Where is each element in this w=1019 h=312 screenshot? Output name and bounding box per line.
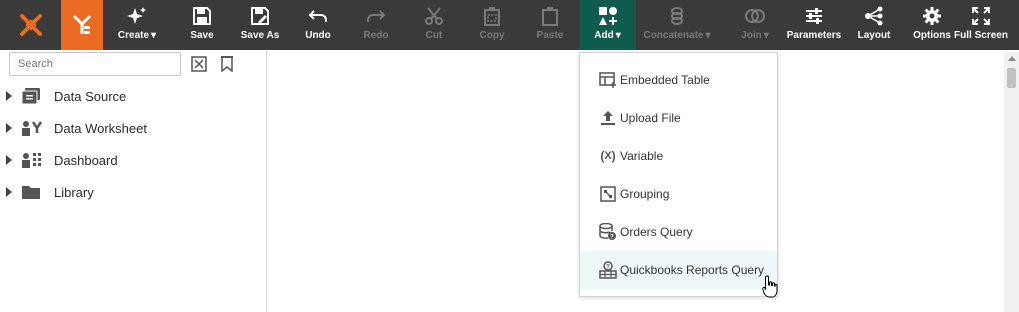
full-screen-label: Full Screen (954, 30, 1008, 41)
add-button[interactable]: Add ▾ (579, 0, 636, 50)
join-button[interactable]: Join ▾ (728, 0, 782, 50)
folder-icon (22, 185, 46, 199)
paste-button[interactable]: Paste (530, 0, 570, 50)
concatenate-button[interactable]: Concatenate ▾ (640, 0, 714, 50)
create-button[interactable]: Create ▾ (108, 0, 166, 50)
caret-right-icon[interactable] (6, 155, 16, 165)
variable-icon: (X) (600, 149, 616, 163)
menu-item-variable[interactable]: (X) Variable (580, 137, 777, 175)
tree-item-library[interactable]: Library (6, 182, 94, 202)
scroll-thumb[interactable] (1007, 68, 1016, 88)
chevron-down-icon: ▾ (151, 30, 157, 41)
add-label: Add (594, 30, 614, 41)
layout-tree-icon (864, 5, 884, 27)
copy-button[interactable]: Copy (472, 0, 512, 50)
menu-item-embedded-table[interactable]: Embedded Table (580, 61, 777, 99)
copy-label: Copy (479, 30, 505, 41)
cut-label: Cut (425, 30, 443, 41)
concatenate-label: Concatenate (643, 30, 704, 41)
tree-item-dashboard[interactable]: Dashboard (6, 150, 118, 170)
full-screen-button[interactable]: Full Screen (954, 0, 1008, 50)
embedded-table-icon (598, 72, 618, 88)
tree-item-label: Data Worksheet (54, 120, 147, 136)
save-label: Save (190, 30, 214, 41)
bookmark-icon[interactable] (218, 55, 236, 73)
data-source-icon (22, 88, 46, 104)
expand-icon (972, 5, 990, 27)
undo-label: Undo (305, 30, 331, 41)
scissors-icon (425, 5, 443, 27)
save-as-icon (251, 5, 269, 27)
menu-item-upload-file[interactable]: Upload File (580, 99, 777, 137)
chevron-down-icon: ▾ (615, 30, 621, 41)
app-logo-icon (19, 14, 42, 36)
join-label: Join (741, 30, 762, 41)
undo-button[interactable]: Undo (298, 0, 338, 50)
concatenate-icon (670, 5, 684, 27)
menu-item-quickbooks-reports-query[interactable]: ? Quickbooks Reports Query (580, 251, 777, 289)
save-icon (193, 5, 211, 27)
chevron-down-icon: ▾ (763, 30, 769, 41)
designer-logo[interactable] (61, 0, 103, 50)
menu-item-label: Orders Query (620, 225, 693, 239)
options-label: Options (913, 30, 951, 41)
menu-item-label: Variable (620, 149, 664, 163)
menu-item-grouping[interactable]: Grouping (580, 175, 777, 213)
redo-button[interactable]: Redo (356, 0, 396, 50)
menu-item-label: Embedded Table (620, 73, 710, 87)
sparkle-icon (127, 5, 147, 27)
cut-button[interactable]: Cut (414, 0, 454, 50)
app-logo[interactable] (0, 0, 61, 50)
paste-label: Paste (536, 30, 564, 41)
options-button[interactable]: Options (912, 0, 952, 50)
menu-item-label: Quickbooks Reports Query (620, 263, 765, 277)
worksheet-logo-icon (72, 14, 92, 34)
clipboard-icon (541, 5, 559, 27)
clear-search-icon[interactable] (190, 55, 208, 73)
upload-icon (598, 110, 618, 126)
caret-right-icon[interactable] (6, 123, 16, 133)
join-icon (744, 5, 766, 27)
add-menu: Embedded Table Upload File (X) Variable … (579, 52, 778, 297)
tree-item-label: Data Source (54, 88, 127, 104)
grouping-icon (598, 186, 618, 202)
vertical-scrollbar[interactable] (1004, 52, 1019, 312)
tree-item-label: Dashboard (54, 152, 118, 168)
menu-item-label: Upload File (620, 111, 681, 125)
data-worksheet-icon (22, 120, 46, 136)
caret-right-icon[interactable] (6, 91, 16, 101)
layout-button[interactable]: Layout (854, 0, 894, 50)
parameters-button[interactable]: Parameters (786, 0, 842, 50)
tree-item-data-source[interactable]: Data Source (6, 86, 126, 106)
search-input[interactable] (9, 52, 181, 76)
chevron-down-icon: ▾ (705, 30, 711, 41)
parameters-label: Parameters (786, 30, 842, 41)
menu-item-label: Grouping (620, 187, 670, 201)
undo-icon (308, 5, 328, 27)
quickbooks-query-icon: ? (598, 261, 618, 279)
dashboard-icon (22, 152, 46, 168)
hand-pointer-icon (762, 275, 778, 304)
gear-icon (922, 5, 942, 27)
sliders-icon (805, 5, 823, 27)
database-query-icon: ? (598, 223, 618, 241)
copy-icon (483, 5, 501, 27)
main-toolbar: Create ▾ Save Save As Undo Redo Cut Copy… (0, 0, 1019, 50)
tree-item-label: Library (54, 184, 94, 200)
save-button[interactable]: Save (180, 0, 224, 50)
scroll-up-arrow-icon[interactable] (1008, 56, 1016, 61)
svg-text:?: ? (610, 235, 614, 241)
caret-right-icon[interactable] (6, 187, 16, 197)
create-label: Create (117, 30, 150, 41)
redo-label: Redo (363, 30, 389, 41)
menu-item-orders-query[interactable]: ? Orders Query (580, 213, 777, 251)
save-as-label: Save As (240, 30, 280, 41)
save-as-button[interactable]: Save As (236, 0, 284, 50)
svg-text:?: ? (606, 265, 610, 271)
tree-item-data-worksheet[interactable]: Data Worksheet (6, 118, 147, 138)
add-shapes-icon (598, 5, 618, 27)
redo-icon (366, 5, 386, 27)
layout-label: Layout (857, 30, 891, 41)
